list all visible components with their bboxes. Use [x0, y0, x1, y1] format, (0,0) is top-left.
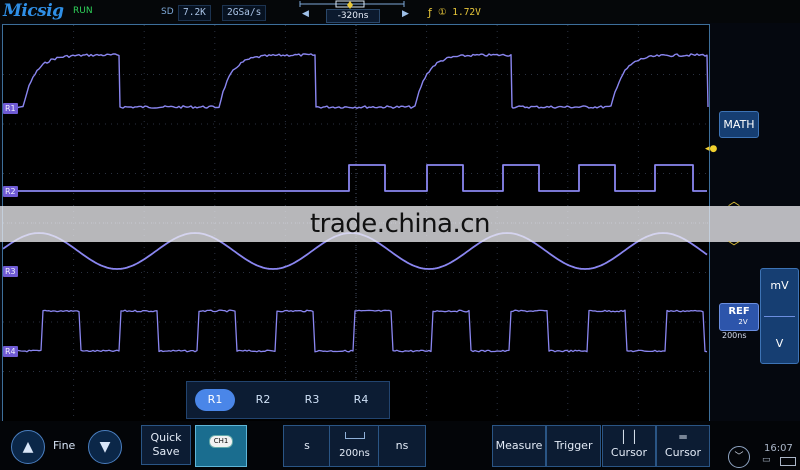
timebase-button[interactable]: 200ns: [329, 425, 380, 467]
channel-label-r1[interactable]: R1: [3, 103, 18, 114]
time-right-icon[interactable]: ▶: [402, 9, 409, 19]
unit-selector[interactable]: mV V: [760, 268, 799, 364]
divider: [764, 316, 795, 317]
status-bar: Micsig RUN SD 7.2K 2GSa/s ◀ -320ns ▶ ƒ ①…: [0, 0, 800, 23]
watermark: trade.china.cn: [0, 206, 800, 242]
vertical-cursor-button[interactable]: │ │ Cursor: [602, 425, 656, 467]
time-offset-value: -320ns: [326, 9, 380, 23]
tab-r2[interactable]: R2: [243, 389, 283, 411]
measure-button[interactable]: Measure: [492, 425, 546, 467]
chevron-up-icon[interactable]: ︿: [728, 192, 740, 209]
sd-indicator: SD: [161, 7, 174, 17]
run-state[interactable]: RUN: [73, 6, 93, 16]
trigger-channel: ①: [438, 7, 447, 18]
sample-rate[interactable]: 2GSa/s: [222, 5, 267, 21]
math-button[interactable]: MATH: [719, 111, 759, 138]
tab-r4[interactable]: R4: [341, 389, 381, 411]
trigger-button[interactable]: Trigger: [546, 425, 601, 467]
horizontal-cursor-button[interactable]: ═ Cursor: [656, 425, 710, 467]
vertical-cursor-label: Cursor: [610, 446, 648, 459]
unit-mv[interactable]: mV: [761, 279, 798, 292]
ref-button[interactable]: REF 2V: [719, 303, 759, 331]
triangle-up-icon: ▲: [22, 439, 34, 455]
channel-label-r4[interactable]: R4: [3, 346, 18, 357]
ch1-button[interactable]: CH1: [195, 425, 247, 467]
monitor-icon: ▭: [762, 455, 771, 465]
trace-r4: [3, 309, 708, 353]
fine-label[interactable]: Fine: [53, 439, 75, 452]
timebase-value: 200ns: [339, 448, 370, 459]
quick-save-button[interactable]: Quick Save: [141, 425, 191, 465]
tab-r3[interactable]: R3: [292, 389, 332, 411]
vertical-cursor-icon: │ │: [619, 430, 639, 444]
unit-ns-button[interactable]: ns: [378, 425, 426, 467]
chevron-down-icon[interactable]: ﹀: [728, 238, 740, 255]
quick-save-line2: Save: [152, 445, 180, 458]
channel-label-r2[interactable]: R2: [3, 186, 18, 197]
trigger-info[interactable]: ① 1.72V: [438, 7, 481, 18]
ref-tab-bar: R1 R2 R3 R4: [186, 381, 390, 419]
quick-save-line1: Quick: [150, 431, 182, 444]
tab-r1[interactable]: R1: [195, 389, 235, 411]
ch1-chip-icon: CH1: [209, 435, 233, 448]
arrow-up-button[interactable]: ▲: [11, 430, 45, 464]
ref-label: REF: [728, 306, 750, 317]
memory-depth[interactable]: 7.2K: [178, 5, 211, 21]
clock: 16:07: [764, 443, 793, 454]
ruler-icon: [344, 432, 365, 439]
arrow-down-button[interactable]: ▼: [88, 430, 122, 464]
ref-timebase: 200ns: [722, 331, 747, 340]
brand-logo: Micsig: [3, 1, 64, 21]
rising-edge-icon: ƒ: [428, 6, 432, 19]
battery-icon: [780, 457, 796, 466]
unit-v[interactable]: V: [761, 337, 798, 350]
horizontal-cursor-icon: ═: [679, 430, 687, 444]
time-offset-control[interactable]: ◀ -320ns ▶: [296, 0, 409, 23]
horizontal-cursor-label: Cursor: [664, 446, 702, 459]
trigger-level-marker-icon[interactable]: ◂●: [705, 144, 717, 154]
time-left-icon[interactable]: ◀: [302, 9, 309, 19]
triangle-down-icon: ▼: [99, 439, 111, 455]
expand-down-icon[interactable]: ﹀: [728, 446, 750, 468]
trace-r2: [3, 164, 707, 192]
channel-label-r3[interactable]: R3: [3, 266, 18, 277]
trigger-level: 1.72V: [452, 7, 481, 18]
unit-s-button[interactable]: s: [283, 425, 331, 467]
